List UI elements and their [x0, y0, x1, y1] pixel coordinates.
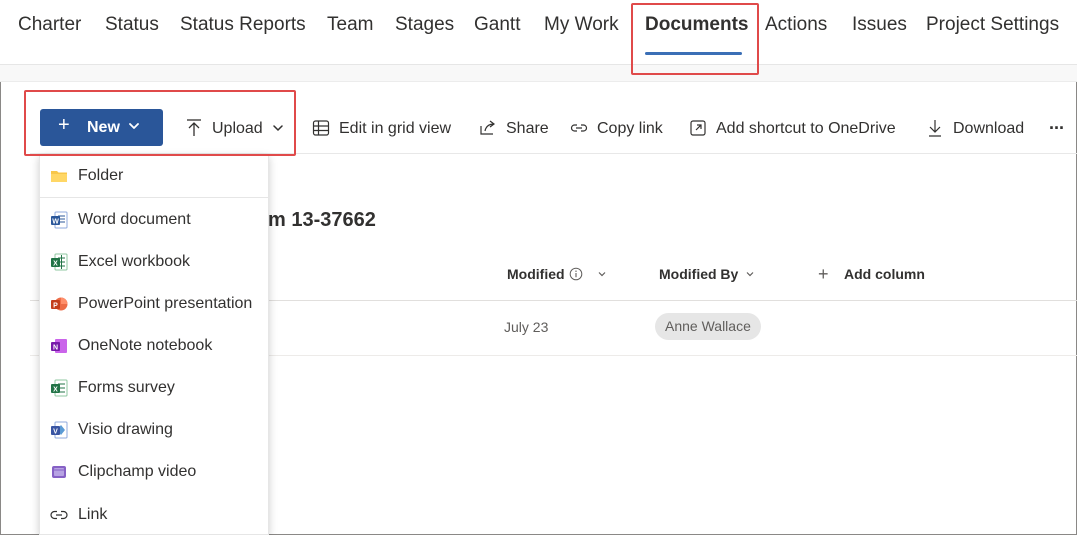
tab-my-work[interactable]: My Work	[544, 14, 619, 36]
menu-item-label: Word document	[78, 211, 191, 228]
nav-divider	[0, 64, 1077, 82]
menu-item-forms-survey[interactable]: X Forms survey	[40, 371, 268, 405]
folder-icon	[51, 171, 67, 182]
svg-text:X: X	[53, 260, 58, 267]
svg-text:V: V	[53, 428, 58, 435]
tab-actions[interactable]: Actions	[765, 14, 827, 36]
download-button[interactable]: Download	[925, 118, 1028, 140]
menu-item-visio-drawing[interactable]: V Visio drawing	[40, 413, 268, 447]
download-icon	[929, 120, 941, 137]
command-bar-divider	[30, 153, 1077, 154]
new-button-label: New	[87, 119, 120, 136]
tab-team[interactable]: Team	[327, 14, 373, 36]
command-bar: + New Upload Edit in grid view Share Cop…	[0, 83, 1077, 155]
forms-icon: X	[51, 379, 68, 397]
upload-label: Upload	[212, 120, 263, 137]
tab-status-reports[interactable]: Status Reports	[180, 14, 306, 36]
svg-text:W: W	[52, 218, 59, 225]
tab-documents[interactable]: Documents	[645, 14, 748, 36]
tab-status[interactable]: Status	[105, 14, 159, 36]
share-label: Share	[506, 120, 549, 137]
menu-item-clipchamp-video[interactable]: Clipchamp video	[40, 455, 268, 489]
new-button[interactable]: + New	[40, 109, 163, 146]
menu-separator	[40, 197, 268, 198]
row-modified-by-persona[interactable]: Anne Wallace	[655, 313, 761, 340]
plus-icon: +	[818, 264, 829, 284]
add-column-label: Add column	[844, 266, 925, 282]
menu-item-label: Forms survey	[78, 379, 175, 396]
info-icon[interactable]	[569, 267, 583, 281]
menu-item-excel-workbook[interactable]: X Excel workbook	[40, 245, 268, 279]
upload-button[interactable]: Upload	[184, 118, 286, 140]
menu-item-label: Folder	[78, 167, 124, 184]
svg-text:P: P	[53, 302, 58, 309]
add-shortcut-button[interactable]: Add shortcut to OneDrive	[688, 118, 903, 140]
more-actions-button[interactable]: ...	[1049, 113, 1064, 135]
edit-grid-view-label: Edit in grid view	[339, 120, 452, 137]
active-tab-indicator	[645, 52, 742, 55]
link-icon	[570, 124, 588, 132]
menu-item-label: Link	[78, 506, 108, 523]
menu-item-powerpoint-presentation[interactable]: P PowerPoint presentation	[40, 287, 268, 321]
project-tab-bar: Charter Status Status Reports Team Stage…	[0, 0, 1077, 64]
upload-icon	[187, 119, 201, 136]
plus-icon: +	[58, 114, 70, 136]
excel-icon: X	[51, 253, 68, 271]
shortcut-icon	[690, 120, 706, 136]
svg-text:X: X	[53, 386, 58, 393]
tab-project-settings[interactable]: Project Settings	[926, 14, 1059, 36]
visio-icon: V	[51, 421, 68, 439]
word-icon: W	[51, 211, 68, 229]
download-label: Download	[953, 120, 1025, 137]
copy-link-label: Copy link	[597, 120, 663, 137]
chevron-down-icon	[598, 272, 606, 277]
new-dropdown-menu: Folder W Word document X Excel workbook …	[39, 155, 269, 535]
column-header-modified-by[interactable]: Modified By	[659, 266, 754, 282]
svg-text:N: N	[53, 344, 58, 351]
menu-item-link[interactable]: Link	[40, 498, 268, 532]
menu-item-label: Visio drawing	[78, 421, 173, 438]
menu-item-label: Clipchamp video	[78, 463, 197, 480]
menu-item-folder[interactable]: Folder	[40, 159, 268, 193]
chevron-down-icon	[129, 123, 139, 129]
menu-item-label: Excel workbook	[78, 253, 191, 270]
column-header-modified-by-label: Modified By	[659, 266, 739, 282]
column-header-modified[interactable]: Modified	[507, 266, 606, 282]
grid-icon	[312, 120, 330, 136]
share-icon	[480, 120, 495, 135]
tab-stages[interactable]: Stages	[395, 14, 454, 36]
library-title: m 13-37662	[268, 209, 376, 231]
tab-gantt[interactable]: Gantt	[474, 14, 520, 36]
tab-charter[interactable]: Charter	[18, 14, 81, 36]
edit-grid-view-button[interactable]: Edit in grid view	[311, 118, 456, 140]
menu-item-label: PowerPoint presentation	[78, 295, 253, 312]
copy-link-button[interactable]: Copy link	[569, 118, 667, 140]
link-icon	[50, 510, 68, 520]
powerpoint-icon: P	[51, 297, 68, 311]
menu-item-word-document[interactable]: W Word document	[40, 203, 268, 237]
chevron-down-icon	[273, 125, 283, 132]
add-shortcut-label: Add shortcut to OneDrive	[716, 120, 896, 137]
menu-item-onenote-notebook[interactable]: N OneNote notebook	[40, 329, 268, 363]
menu-item-label: OneNote notebook	[78, 337, 213, 354]
clipchamp-icon	[52, 466, 66, 478]
row-modified-cell: July 23	[504, 319, 549, 335]
chevron-down-icon	[746, 272, 754, 277]
onenote-icon: N	[51, 339, 67, 353]
tab-issues[interactable]: Issues	[852, 14, 907, 36]
share-button[interactable]: Share	[478, 118, 549, 140]
column-header-modified-label: Modified	[507, 266, 565, 282]
